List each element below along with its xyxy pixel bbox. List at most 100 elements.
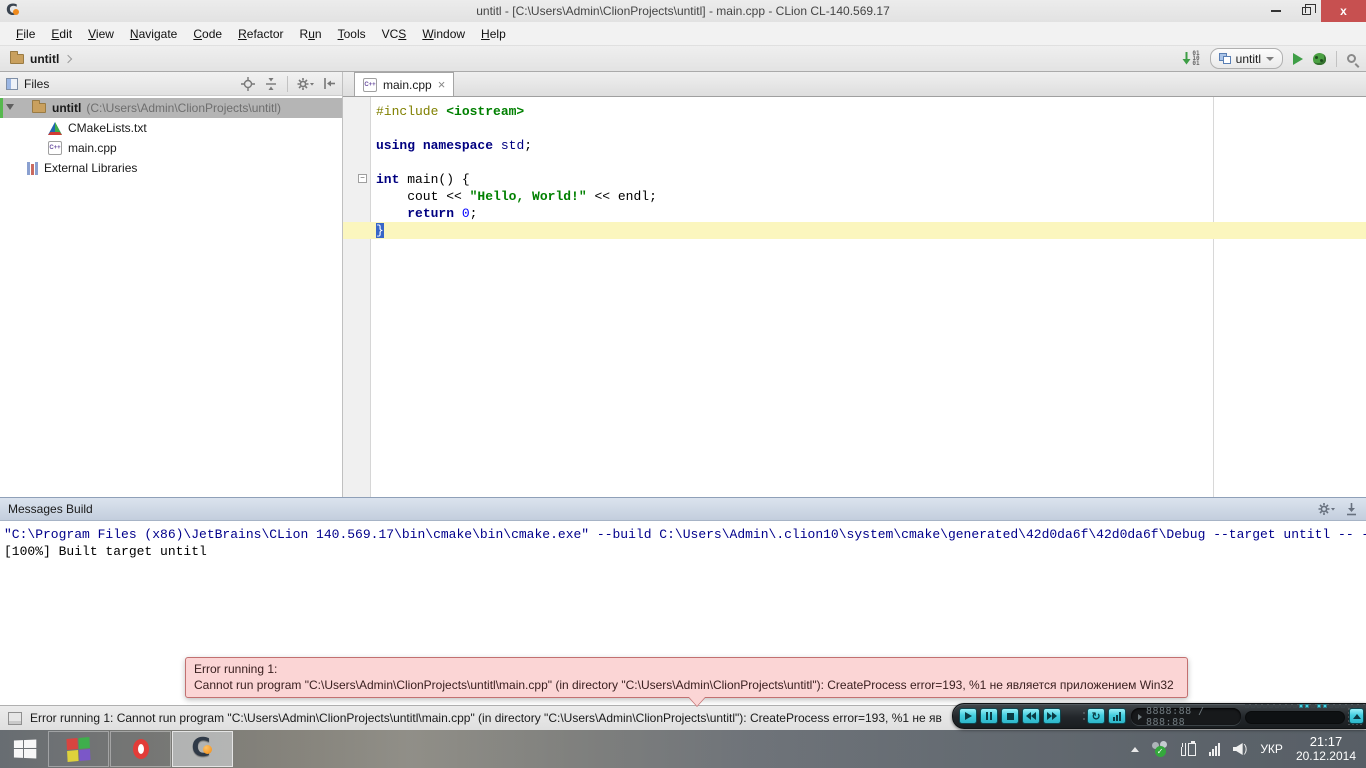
toolbar-separator xyxy=(1336,51,1337,67)
code-line xyxy=(343,120,1366,137)
player-repeat-button[interactable]: ↻ xyxy=(1087,708,1105,724)
player-separator-dots xyxy=(1083,712,1085,720)
collapse-all-icon[interactable] xyxy=(264,77,278,91)
build-console[interactable]: "C:\Program Files (x86)\JetBrains\CLion … xyxy=(0,521,1366,565)
restore-button[interactable] xyxy=(1291,0,1321,22)
menu-tools[interactable]: Tools xyxy=(330,24,374,44)
tree-row-project-root[interactable]: untitl (C:\Users\Admin\ClionProjects\unt… xyxy=(0,98,342,118)
folder-icon xyxy=(10,54,24,64)
lcd-play-icon xyxy=(1138,714,1142,720)
start-button[interactable] xyxy=(0,730,48,768)
status-message: Error running 1: Cannot run program "C:\… xyxy=(30,711,942,725)
locate-file-icon[interactable] xyxy=(241,77,255,91)
menu-help[interactable]: Help xyxy=(473,24,514,44)
balloon-title: Error running 1: xyxy=(194,661,1179,677)
stop-icon xyxy=(1007,713,1014,720)
balloon-message: Cannot run program "C:\Users\Admin\Clion… xyxy=(194,677,1179,693)
player-pause-button[interactable] xyxy=(980,708,998,724)
maincpp-label: main.cpp xyxy=(68,141,117,155)
tool-window-switcher-icon[interactable] xyxy=(8,712,22,725)
hide-panel-icon[interactable] xyxy=(323,77,336,90)
gear-settings-icon[interactable] xyxy=(1318,502,1335,516)
console-line: "C:\Program Files (x86)\JetBrains\CLion … xyxy=(4,526,1362,543)
player-prev-button[interactable] xyxy=(1022,708,1040,724)
taskbar-app-clion[interactable]: C xyxy=(172,731,233,767)
menu-vcs[interactable]: VCS xyxy=(374,24,415,44)
menu-file[interactable]: File xyxy=(8,24,43,44)
gear-settings-icon[interactable] xyxy=(297,77,314,91)
player-next-button[interactable] xyxy=(1043,708,1061,724)
panel-header-separator xyxy=(287,76,288,92)
tab-main-cpp[interactable]: C++ main.cpp × xyxy=(354,72,454,96)
code-line: cout << "Hello, World!" << endl; xyxy=(343,188,1366,205)
player-play-button[interactable] xyxy=(959,708,977,724)
pause-icon xyxy=(986,712,992,720)
power-tray-icon[interactable] xyxy=(1181,743,1196,756)
tab-label: main.cpp xyxy=(383,78,432,92)
error-balloon[interactable]: Error running 1: Cannot run program "C:\… xyxy=(185,657,1188,698)
player-expand-button[interactable] xyxy=(1349,708,1364,724)
code-editor[interactable]: − − #include <iostream> using namespace … xyxy=(343,97,1366,497)
restore-icon xyxy=(1302,7,1311,15)
menu-run[interactable]: Run xyxy=(292,24,330,44)
minimize-icon xyxy=(1271,10,1281,12)
green-down-arrow-icon xyxy=(1182,52,1191,65)
clion-window: C untitl - [C:\Users\Admin\ClionProjects… xyxy=(0,0,1366,768)
project-root-path: (C:\Users\Admin\ClionProjects\untitl) xyxy=(86,101,281,115)
breadcrumb[interactable]: untitl xyxy=(10,52,71,66)
tree-row-cmakelists[interactable]: CMakeLists.txt xyxy=(0,118,342,138)
cpp-file-icon: C++ xyxy=(363,78,377,92)
code-lines: #include <iostream> using namespace std;… xyxy=(343,103,1366,239)
menu-bar: FileEditViewNavigateCodeRefactorRunTools… xyxy=(0,22,1366,46)
menu-code[interactable]: Code xyxy=(185,24,230,44)
cmakelists-label: CMakeLists.txt xyxy=(68,121,147,135)
folder-icon xyxy=(32,103,46,113)
windows-logo-icon xyxy=(13,739,35,758)
language-indicator[interactable]: УКР xyxy=(1260,742,1283,756)
taskbar-app-opera[interactable] xyxy=(110,731,171,767)
minimize-button[interactable] xyxy=(1261,0,1291,22)
player-stop-button[interactable] xyxy=(1001,708,1019,724)
code-line xyxy=(343,154,1366,171)
network-signal-icon[interactable] xyxy=(1209,743,1220,756)
expander-icon[interactable] xyxy=(6,104,14,110)
player-progress-bar[interactable] xyxy=(1245,711,1345,724)
run-config-label: untitl xyxy=(1236,52,1261,66)
selected-row-accent xyxy=(0,98,3,118)
cmake-file-icon xyxy=(48,122,62,135)
breadcrumb-label: untitl xyxy=(30,52,59,66)
clion-orange-ball xyxy=(203,745,212,754)
volume-icon[interactable]: ) xyxy=(1233,743,1248,755)
code-line: using namespace std; xyxy=(343,137,1366,154)
close-tab-icon[interactable]: × xyxy=(438,80,446,90)
menu-refactor[interactable]: Refactor xyxy=(230,24,291,44)
sort-lines-icon[interactable]: 011001 xyxy=(1182,51,1199,66)
menu-window[interactable]: Window xyxy=(414,24,473,44)
title-bar: C untitl - [C:\Users\Admin\ClionProjects… xyxy=(0,0,1366,22)
rewind-icon xyxy=(1026,712,1036,720)
tree-row-maincpp[interactable]: C++ main.cpp xyxy=(0,138,342,158)
time: 21:17 xyxy=(1296,734,1356,749)
menu-navigate[interactable]: Navigate xyxy=(122,24,185,44)
antivirus-tray-icon[interactable]: ✓ xyxy=(1152,741,1168,757)
system-tray: ✓ ) УКР 21:17 20.12.2014 xyxy=(1131,730,1366,768)
player-equalizer-button[interactable] xyxy=(1108,708,1126,724)
menu-edit[interactable]: Edit xyxy=(43,24,80,44)
hidden-icons-arrow[interactable] xyxy=(1131,747,1139,752)
debug-button[interactable] xyxy=(1313,53,1326,65)
menu-view[interactable]: View xyxy=(80,24,122,44)
clock[interactable]: 21:17 20.12.2014 xyxy=(1296,734,1356,764)
project-tree: untitl (C:\Users\Admin\ClionProjects\unt… xyxy=(0,96,342,178)
code-line: int main() { xyxy=(343,171,1366,188)
close-button[interactable]: x xyxy=(1321,0,1366,22)
dock-minimize-icon[interactable] xyxy=(1345,502,1358,516)
up-arrow-icon xyxy=(1353,714,1361,719)
clion-icon: C xyxy=(190,736,216,762)
run-button[interactable] xyxy=(1293,53,1303,65)
taskbar-app-cubes[interactable] xyxy=(48,731,109,767)
opera-icon xyxy=(133,739,149,759)
run-config-select[interactable]: untitl xyxy=(1210,48,1283,69)
tree-row-external-libraries[interactable]: External Libraries xyxy=(0,158,342,178)
equalizer-bars-icon xyxy=(1113,712,1121,721)
search-everywhere-button[interactable] xyxy=(1347,54,1356,63)
